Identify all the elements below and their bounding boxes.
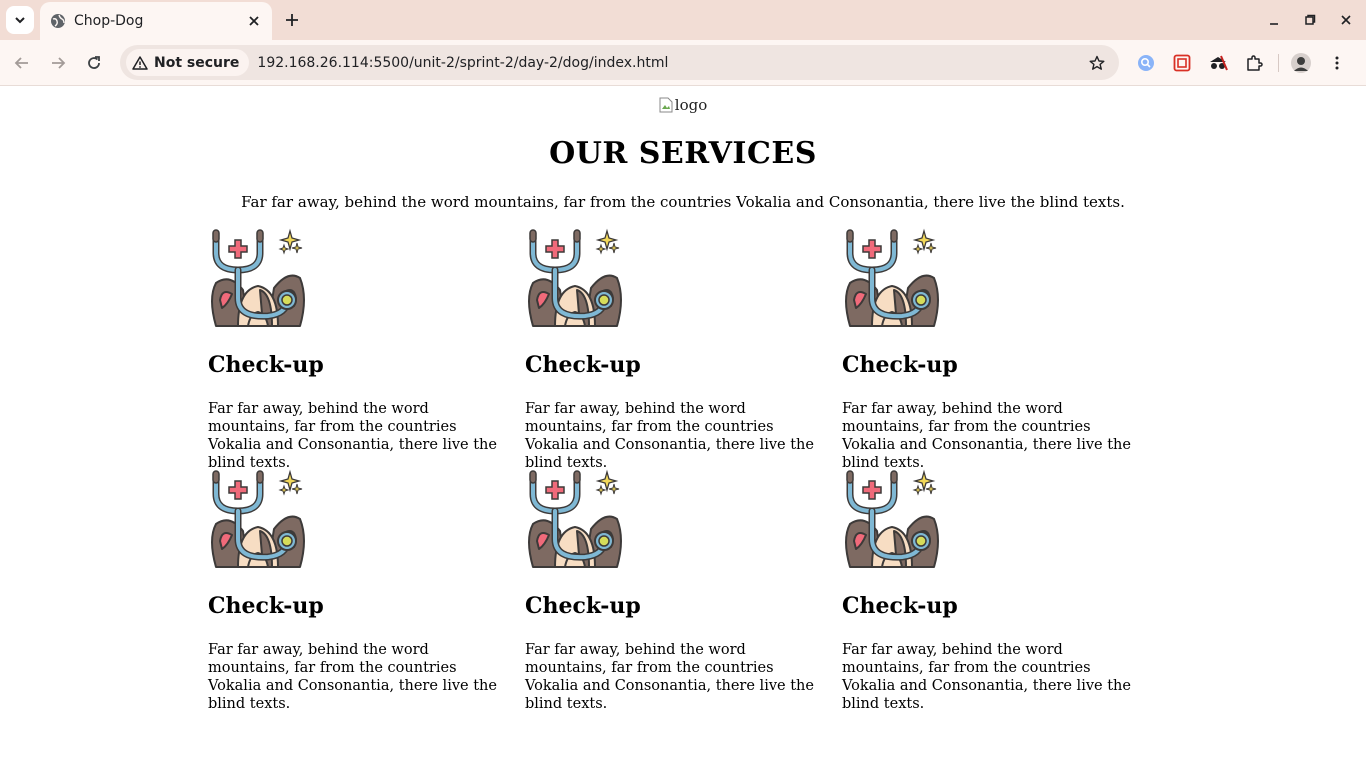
dog-stethoscope-icon	[211, 228, 305, 327]
minimize-icon	[1270, 23, 1278, 25]
kebab-menu-icon	[1335, 56, 1339, 70]
service-title: Check-up	[842, 352, 958, 378]
extension-button[interactable]	[1168, 49, 1196, 77]
service-title: Check-up	[208, 352, 324, 378]
extensions-menu-button[interactable]	[1240, 49, 1268, 77]
service-title: Check-up	[525, 593, 641, 619]
dog-stethoscope-icon	[528, 228, 622, 327]
service-description: Far far away, behind the word mountains,…	[525, 642, 814, 712]
toolbar-divider	[1278, 54, 1279, 72]
profile-button[interactable]	[1287, 49, 1315, 77]
dog-stethoscope-icon	[211, 469, 305, 568]
service-title: Check-up	[208, 593, 324, 619]
service-card: Check-up Far far away, behind the word m…	[525, 228, 842, 471]
service-card: Check-up Far far away, behind the word m…	[842, 469, 1159, 712]
chevron-down-icon	[15, 17, 25, 24]
service-description: Far far away, behind the word mountains,…	[208, 401, 497, 471]
url-text[interactable]: 192.168.26.114:5500/unit-2/sprint-2/day-…	[257, 55, 1085, 71]
close-window-button[interactable]	[1330, 4, 1362, 36]
tab-title: Chop-Dog	[74, 13, 144, 29]
dog-stethoscope-icon	[845, 228, 939, 327]
service-title: Check-up	[842, 593, 958, 619]
arrow-right-icon	[52, 57, 66, 69]
globe-icon	[50, 13, 66, 29]
logo-alt-text: logo	[674, 96, 708, 114]
tab-close-button[interactable]	[244, 11, 264, 31]
plus-icon	[286, 14, 298, 26]
browser-menu-button[interactable]	[1323, 49, 1351, 77]
window-controls	[1254, 0, 1366, 40]
close-icon	[249, 16, 259, 26]
intro-text: Far far away, behind the word mountains,…	[241, 193, 1125, 211]
minimize-button[interactable]	[1258, 4, 1290, 36]
page-title: OUR SERVICES	[549, 136, 817, 171]
red-square-extension-icon	[1173, 54, 1191, 72]
warning-icon	[132, 55, 148, 70]
extensions-area	[1132, 49, 1359, 77]
broken-image-icon	[659, 97, 673, 113]
service-card: Check-up Far far away, behind the word m…	[208, 228, 525, 471]
spy-extension-icon	[1210, 55, 1228, 71]
security-label: Not secure	[154, 54, 240, 71]
reload-icon	[88, 56, 100, 69]
service-description: Far far away, behind the word mountains,…	[842, 401, 1131, 471]
services-grid: Check-up Far far away, behind the word m…	[208, 228, 1159, 712]
service-description: Far far away, behind the word mountains,…	[208, 642, 497, 712]
tab-search-button[interactable]	[6, 6, 34, 34]
dog-stethoscope-icon	[528, 469, 622, 568]
arrow-left-icon	[14, 57, 28, 69]
restore-button[interactable]	[1294, 4, 1326, 36]
forward-button[interactable]	[44, 49, 72, 77]
service-card: Check-up Far far away, behind the word m…	[208, 469, 525, 712]
browser-tab-strip: Chop-Dog	[0, 0, 1366, 40]
star-icon	[1089, 55, 1105, 70]
service-description: Far far away, behind the word mountains,…	[525, 401, 814, 471]
browser-toolbar: Not secure 192.168.26.114:5500/unit-2/sp…	[0, 40, 1366, 86]
avatar-icon	[1291, 53, 1311, 73]
active-tab[interactable]: Chop-Dog	[40, 2, 272, 40]
site-info-button[interactable]: Not secure	[126, 49, 250, 76]
address-bar[interactable]: Not secure 192.168.26.114:5500/unit-2/sp…	[120, 45, 1119, 80]
service-title: Check-up	[525, 352, 641, 378]
extension-button[interactable]	[1204, 49, 1232, 77]
back-button[interactable]	[8, 49, 36, 77]
page-content: logo OUR SERVICES Far far away, behind t…	[0, 86, 1366, 768]
new-tab-button[interactable]	[280, 8, 304, 32]
lens-extension-icon	[1138, 55, 1154, 71]
extension-button[interactable]	[1132, 49, 1160, 77]
service-card: Check-up Far far away, behind the word m…	[525, 469, 842, 712]
reload-button[interactable]	[80, 49, 108, 77]
service-description: Far far away, behind the word mountains,…	[842, 642, 1131, 712]
puzzle-icon	[1247, 55, 1263, 71]
bookmark-button[interactable]	[1085, 51, 1109, 75]
service-card: Check-up Far far away, behind the word m…	[842, 228, 1159, 471]
restore-icon	[1305, 14, 1316, 25]
dog-stethoscope-icon	[845, 469, 939, 568]
close-icon	[1341, 15, 1351, 25]
logo: logo	[0, 96, 1366, 117]
